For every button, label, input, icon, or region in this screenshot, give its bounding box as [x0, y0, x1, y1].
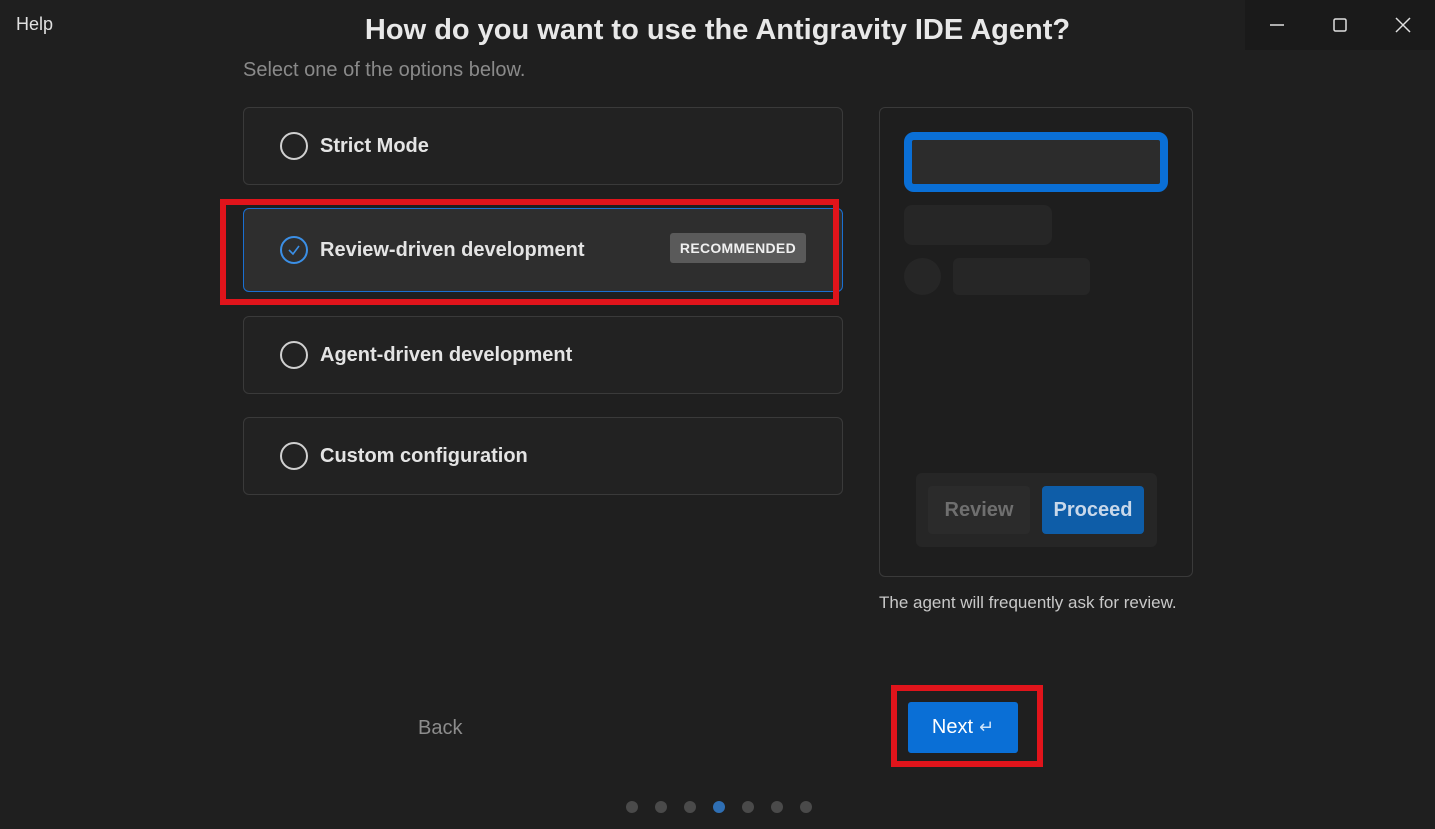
preview-review-button: Review: [928, 486, 1030, 534]
radio-icon[interactable]: [280, 132, 308, 160]
step-dot-2[interactable]: [655, 801, 667, 813]
step-dot-6[interactable]: [771, 801, 783, 813]
step-dot-7[interactable]: [800, 801, 812, 813]
option-label: Strict Mode: [320, 134, 429, 157]
radio-icon[interactable]: [280, 341, 308, 369]
checkmark-icon: [288, 245, 300, 256]
step-dot-4[interactable]: [713, 801, 725, 813]
preview-caption: The agent will frequently ask for review…: [879, 593, 1177, 612]
step-dot-3[interactable]: [684, 801, 696, 813]
back-button[interactable]: Back: [418, 717, 462, 740]
preview-skeleton-avatar: [904, 258, 941, 295]
recommended-badge: RECOMMENDED: [669, 233, 806, 263]
step-indicator: [626, 801, 812, 813]
next-button[interactable]: Next ↵: [908, 702, 1018, 753]
next-label: Next: [931, 716, 974, 738]
preview-skeleton-line: [953, 258, 1090, 295]
option-label: Review-driven development: [320, 238, 585, 261]
preview-action-bar: Review Proceed: [916, 473, 1157, 547]
option-label: Agent-driven development: [320, 343, 573, 366]
radio-checked-icon[interactable]: [280, 236, 308, 264]
option-review-driven[interactable]: Review-driven development RECOMMENDED: [243, 208, 843, 292]
step-dot-1[interactable]: [626, 801, 638, 813]
preview-skeleton-line: [904, 205, 1052, 245]
preview-input-placeholder: [904, 132, 1168, 192]
preview-proceed-button: Proceed: [1042, 486, 1144, 534]
option-label: Custom configuration: [320, 444, 528, 467]
option-strict-mode[interactable]: Strict Mode: [243, 107, 843, 185]
step-dot-5[interactable]: [742, 801, 754, 813]
enter-key-icon: ↵: [979, 717, 995, 737]
page-subtitle: Select one of the options below.: [243, 59, 526, 81]
option-custom-configuration[interactable]: Custom configuration: [243, 417, 843, 495]
radio-icon[interactable]: [280, 442, 308, 470]
page-title: How do you want to use the Antigravity I…: [364, 14, 1071, 46]
mode-preview-panel: Review Proceed: [879, 107, 1193, 577]
onboarding-page: Help How do you want to use the Antigrav…: [0, 0, 1435, 829]
option-agent-driven[interactable]: Agent-driven development: [243, 316, 843, 394]
